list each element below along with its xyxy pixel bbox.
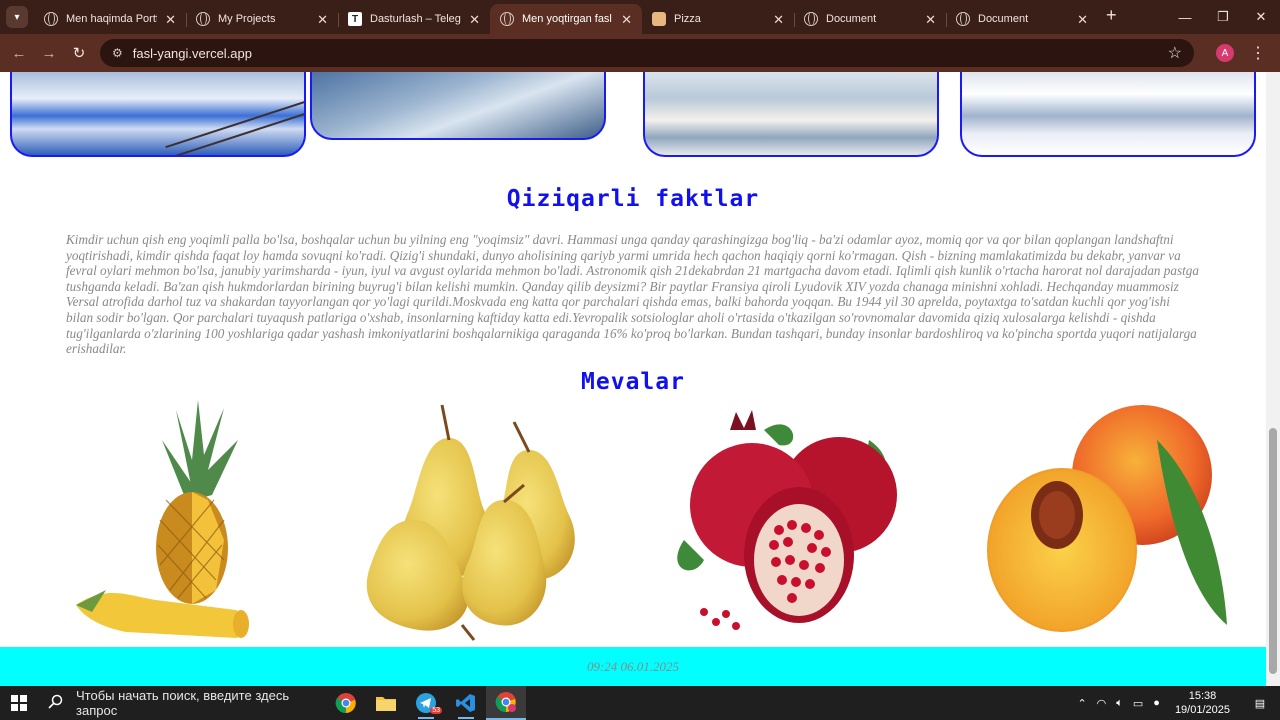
- profile-avatar[interactable]: A: [1216, 44, 1234, 62]
- tab-title: Document: [978, 13, 1029, 25]
- more-menu-icon[interactable]: ⋮: [1250, 43, 1266, 63]
- tab-title: My Projects: [218, 13, 276, 25]
- facts-paragraph: Kimdir uchun qish eng yoqimli palla bo'l…: [66, 232, 1199, 357]
- pomegranate-image: [677, 410, 897, 630]
- tab-title: Pizza: [674, 13, 701, 25]
- tab-title: Dasturlash – Telegraph: [370, 13, 461, 25]
- close-icon[interactable]: ✕: [621, 13, 632, 26]
- close-icon[interactable]: ✕: [1077, 13, 1088, 26]
- tab-document-2[interactable]: Document ✕: [946, 4, 1098, 34]
- search-icon: [48, 694, 64, 713]
- winter-image-frozen-river: [310, 72, 606, 140]
- forward-arrow-icon[interactable]: →: [34, 38, 64, 68]
- page-viewport: Qiziqarli faktlar Kimdir uchun qish eng …: [0, 72, 1280, 686]
- address-bar[interactable]: ⚙ fasl-yangi.vercel.app ☆: [100, 39, 1194, 67]
- globe-icon: [956, 12, 970, 26]
- tab-search-button[interactable]: ▾: [6, 6, 28, 28]
- telegraph-icon: T: [348, 12, 362, 26]
- browser-tab-bar: ▾ Men haqimda Portfolio ✕ My Projects ✕ …: [0, 0, 1280, 34]
- scrollbar-thumb[interactable]: [1269, 428, 1277, 674]
- notification-icon[interactable]: ▤: [1240, 697, 1280, 710]
- file-explorer-icon[interactable]: [366, 686, 406, 720]
- globe-icon: [804, 12, 818, 26]
- tab-title: Men haqimda Portfolio: [66, 13, 157, 25]
- clock-date: 19/01/2025: [1174, 704, 1230, 716]
- close-icon[interactable]: ✕: [165, 13, 176, 26]
- tab-document-1[interactable]: Document ✕: [794, 4, 946, 34]
- close-icon[interactable]: ✕: [317, 13, 328, 26]
- globe-icon: [196, 12, 210, 26]
- search-placeholder: Чтобы начать поиск, введите здесь запрос: [76, 688, 290, 718]
- site-info-icon[interactable]: ⚙: [112, 46, 123, 60]
- browser-toolbar: ← → ↻ ⚙ fasl-yangi.vercel.app ☆ A ⋮: [0, 34, 1280, 72]
- reload-icon[interactable]: ↻: [64, 38, 94, 68]
- fruits-heading: Mevalar: [581, 369, 685, 395]
- onedrive-icon[interactable]: ●: [1148, 697, 1165, 709]
- tab-pizza[interactable]: Pizza ✕: [642, 4, 794, 34]
- tab-my-projects[interactable]: My Projects ✕: [186, 4, 338, 34]
- tab-men-yoqtirgan-fasl[interactable]: Men yoqtirgan fasl ✕: [490, 4, 642, 34]
- close-icon[interactable]: ✕: [469, 13, 480, 26]
- winter-image-snow-forest: [960, 72, 1256, 157]
- volume-icon[interactable]: 🔈︎: [1111, 697, 1128, 710]
- taskbar-search-box[interactable]: Чтобы начать поиск, введите здесь запрос: [38, 686, 326, 720]
- windows-taskbar: Чтобы начать поиск, введите здесь запрос…: [0, 686, 1280, 720]
- minimize-icon[interactable]: —: [1166, 0, 1204, 34]
- telegram-app-icon[interactable]: 53: [406, 686, 446, 720]
- winter-image-snowy-path: [10, 72, 306, 157]
- clock-time: 15:38: [1188, 690, 1217, 702]
- wifi-icon[interactable]: ◠: [1092, 697, 1112, 710]
- vscode-app-icon[interactable]: [446, 686, 486, 720]
- window-controls: — ❐ ✕: [1166, 0, 1280, 34]
- close-icon[interactable]: ✕: [925, 13, 936, 26]
- bookmark-star-icon[interactable]: ☆: [1168, 43, 1182, 63]
- chrome-profile-app-icon[interactable]: [486, 686, 526, 720]
- chrome-app-icon[interactable]: [326, 686, 366, 720]
- winter-images-row: [0, 72, 1266, 162]
- tab-portfolio[interactable]: Men haqimda Portfolio ✕: [34, 4, 186, 34]
- windows-start-icon[interactable]: [0, 686, 38, 720]
- system-tray: ⌃ ◠ 🔈︎ ▭ ● 15:38 19/01/2025 ▤: [1072, 686, 1280, 720]
- back-arrow-icon[interactable]: ←: [4, 38, 34, 68]
- tab-telegraph[interactable]: T Dasturlash – Telegraph ✕: [338, 4, 490, 34]
- peach-image: [987, 405, 1227, 632]
- globe-icon: [500, 12, 514, 26]
- telegram-badge: 53: [430, 707, 442, 714]
- tab-title: Men yoqtirgan fasl: [522, 13, 612, 25]
- globe-icon: [44, 12, 58, 26]
- maximize-icon[interactable]: ❐: [1204, 0, 1242, 34]
- battery-icon[interactable]: ▭: [1128, 697, 1148, 710]
- tab-title: Document: [826, 13, 877, 25]
- close-icon[interactable]: ✕: [773, 13, 784, 26]
- pizza-icon: [652, 12, 666, 26]
- pears-image: [366, 404, 575, 641]
- footer-timestamp: 09:24 06.01.2025: [586, 658, 680, 674]
- chevron-up-icon[interactable]: ⌃: [1072, 697, 1091, 710]
- page-scrollbar[interactable]: [1266, 72, 1280, 686]
- page-footer: 09:24 06.01.2025: [0, 647, 1266, 686]
- winter-image-frosted-trees: [643, 72, 939, 157]
- taskbar-clock[interactable]: 15:38 19/01/2025: [1165, 689, 1240, 717]
- url-text: fasl-yangi.vercel.app: [132, 45, 252, 61]
- pineapple-image: [76, 400, 249, 638]
- facts-heading: Qiziqarli faktlar: [506, 186, 760, 212]
- close-window-icon[interactable]: ✕: [1242, 0, 1280, 34]
- new-tab-button[interactable]: +: [1106, 5, 1117, 26]
